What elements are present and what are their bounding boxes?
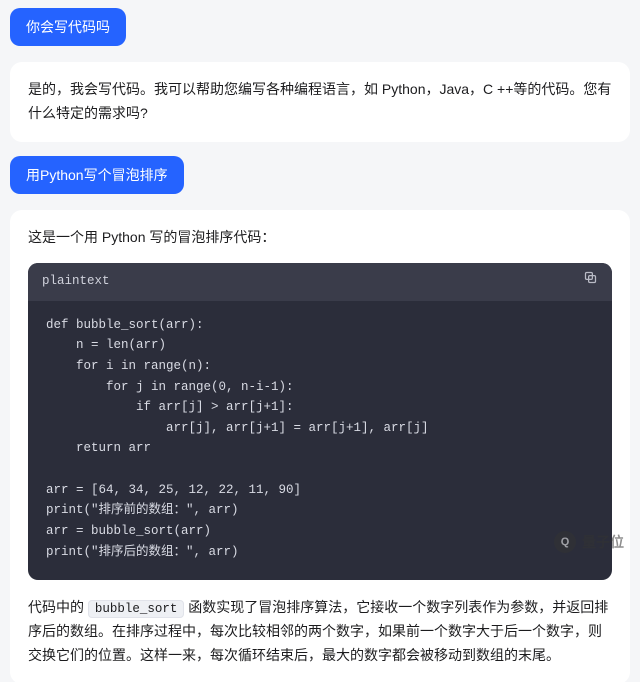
code-block-content[interactable]: def bubble_sort(arr): n = len(arr) for i… — [28, 301, 612, 581]
code-language-label: plaintext — [42, 271, 110, 292]
assistant-message-2: 这是一个用 Python 写的冒泡排序代码： plaintext def bub… — [10, 210, 630, 682]
code-block: plaintext def bubble_sort(arr): n = len(… — [28, 263, 612, 580]
assistant-message-1-text: 是的，我会写代码。我可以帮助您编写各种编程语言，如 Python，Java，C … — [28, 81, 611, 121]
assistant-reply-explanation: 代码中的 bubble_sort 函数实现了冒泡排序算法，它接收一个数字列表作为… — [28, 596, 612, 668]
user-message-2-text: 用Python写个冒泡排序 — [26, 167, 168, 183]
user-message-1: 你会写代码吗 — [10, 8, 126, 46]
assistant-message-1: 是的，我会写代码。我可以帮助您编写各种编程语言，如 Python，Java，C … — [10, 62, 630, 142]
watermark: Q 量子位 — [554, 531, 624, 553]
copy-icon[interactable] — [583, 270, 598, 293]
inline-code-bubble-sort: bubble_sort — [88, 600, 185, 618]
assistant-reply-intro: 这是一个用 Python 写的冒泡排序代码： — [28, 226, 612, 250]
watermark-text: 量子位 — [582, 532, 624, 552]
user-message-1-text: 你会写代码吗 — [26, 19, 110, 35]
explain-pre: 代码中的 — [28, 599, 88, 615]
user-message-2: 用Python写个冒泡排序 — [10, 156, 184, 194]
watermark-logo-icon: Q — [554, 531, 576, 553]
code-block-header: plaintext — [28, 263, 612, 300]
